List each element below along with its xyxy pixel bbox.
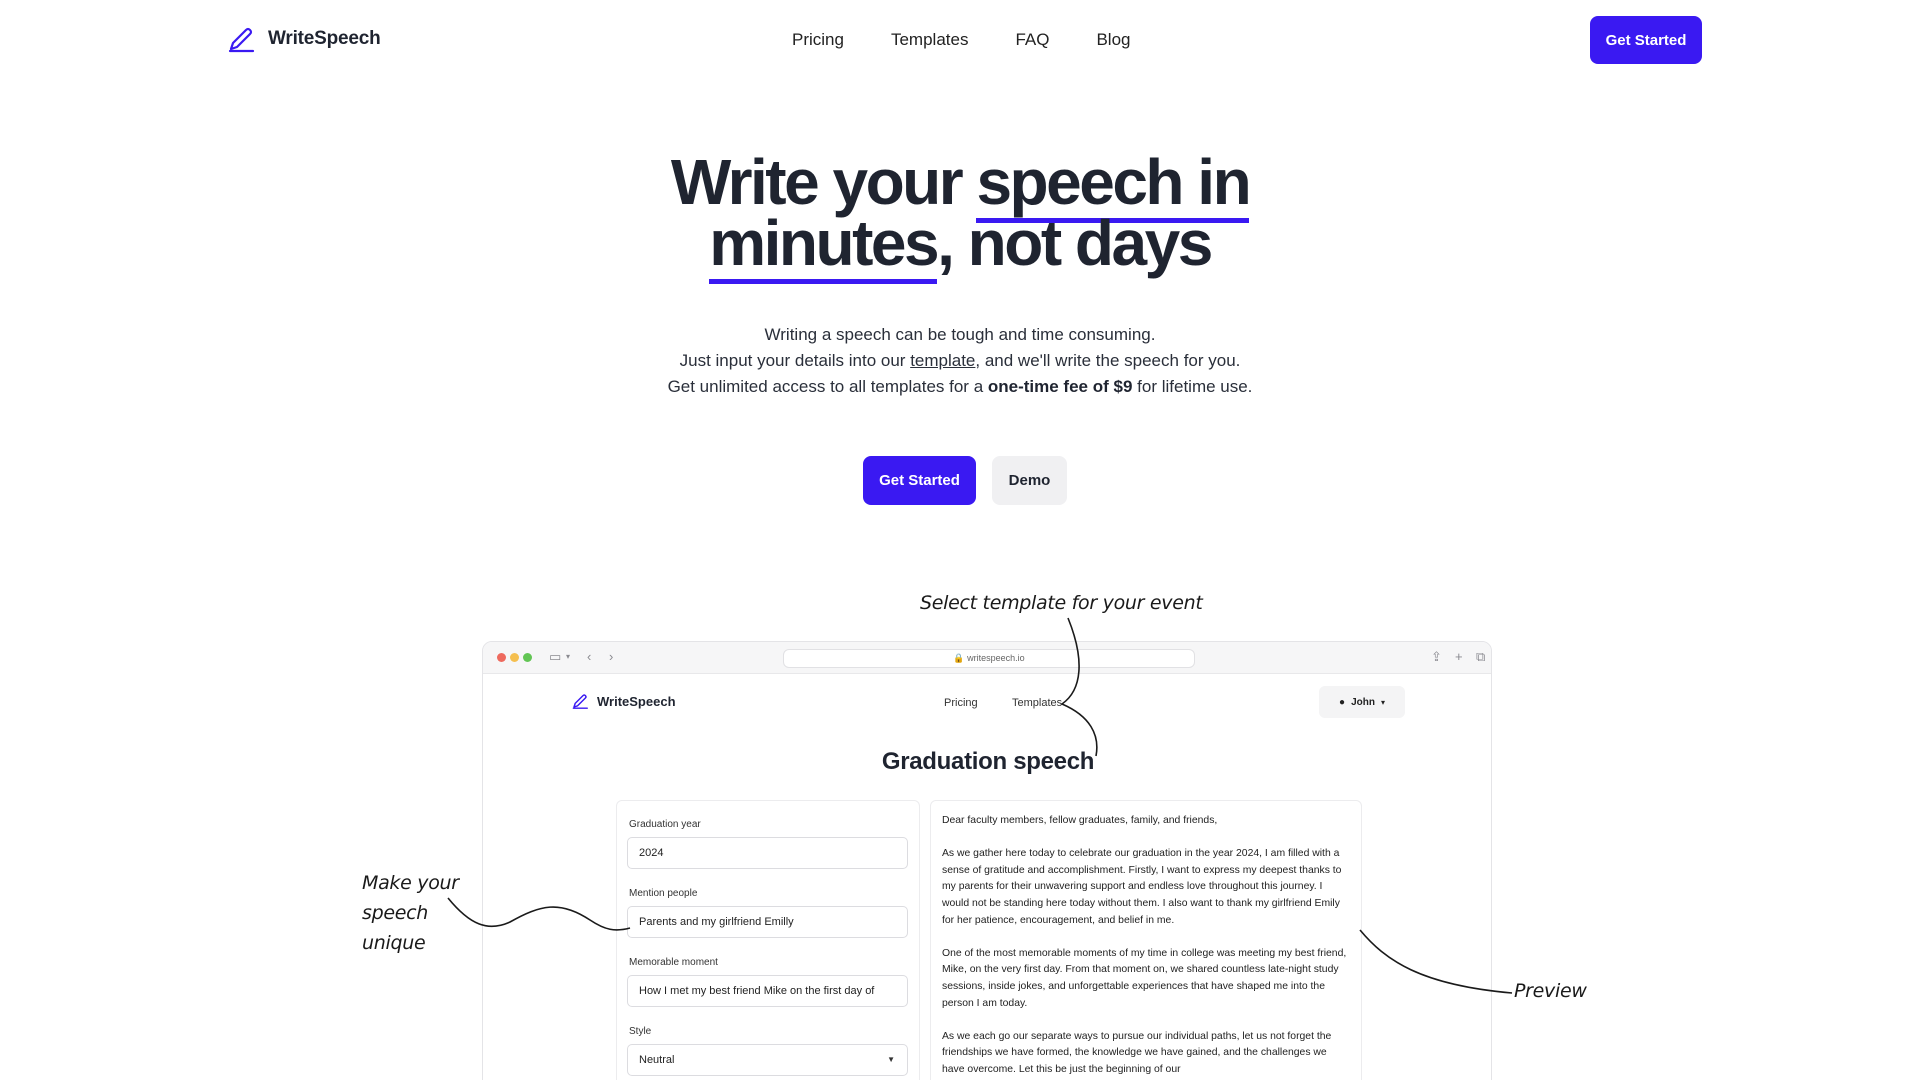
annotation-unique-line-2: speech — [362, 902, 429, 924]
style-label: Style — [629, 1026, 652, 1037]
preview-paragraph: Dear faculty members, fellow graduates, … — [942, 815, 1218, 826]
top-nav: WriteSpeech Pricing Templates FAQ Blog G… — [0, 0, 1920, 80]
memorable-moment-label: Memorable moment — [629, 957, 718, 968]
nav-get-started-button[interactable]: Get Started — [1590, 16, 1702, 64]
hero-line-2-post: , and we'll write the speech for you. — [975, 351, 1241, 370]
hero-get-started-button[interactable]: Get Started — [863, 456, 976, 505]
hero-line-3: Get unlimited access to all templates fo… — [0, 374, 1920, 400]
mock-nav-templates: Templates — [1012, 697, 1063, 709]
nav-links: Pricing Templates FAQ Blog — [792, 30, 1131, 50]
annotation-preview: Preview — [1514, 980, 1587, 1002]
nav-link-blog[interactable]: Blog — [1096, 30, 1130, 50]
close-dot-icon — [497, 653, 506, 662]
hero-title-highlight-2: minutes — [709, 207, 940, 284]
chevron-down-icon: ▾ — [1380, 697, 1385, 707]
annotation-unique-line-1: Make your — [362, 872, 459, 894]
share-icon: ⇪ — [1431, 649, 1442, 664]
nav-link-faq[interactable]: FAQ — [1015, 30, 1049, 50]
hero-line-3-post: for lifetime use. — [1132, 377, 1253, 396]
mock-page-title: Graduation speech — [881, 748, 1095, 775]
hero-line-2-pre: Just input your details into our — [679, 351, 911, 370]
hero-line-2: Just input your details into our templat… — [0, 348, 1920, 374]
annotation-make-unique: Make your speech unique — [362, 868, 459, 958]
browser-chrome: ▭ ▾ ‹ › 🔒 writespeech.io ⇪ + ⧉ — [483, 642, 1491, 674]
hero-line-1: Writing a speech can be tough and time c… — [764, 325, 1156, 344]
avatar: ● — [1339, 696, 1346, 708]
nav-link-pricing[interactable]: Pricing — [792, 30, 844, 50]
url-text: writespeech.io — [967, 653, 1025, 663]
style-select: Neutral ▼ — [627, 1044, 908, 1076]
mock-nav-pricing: Pricing — [944, 697, 978, 709]
mock-brand-name: WriteSpeech — [597, 693, 676, 709]
template-link[interactable]: template — [910, 351, 975, 370]
sidebar-toggle-icon: ▭ — [549, 649, 562, 664]
pen-icon — [228, 27, 255, 53]
annotation-unique-line-3: unique — [362, 932, 426, 954]
forward-arrow-icon: › — [609, 649, 614, 664]
annotation-select-template: Select template for your event — [920, 592, 1203, 614]
demo-button[interactable]: Demo — [992, 456, 1067, 505]
chevron-down-icon: ▾ — [566, 652, 571, 661]
maximize-dot-icon — [523, 653, 532, 662]
app-preview-window: ▭ ▾ ‹ › 🔒 writespeech.io ⇪ + ⧉ WriteSpee… — [482, 641, 1492, 1080]
url-bar: 🔒 writespeech.io — [783, 649, 1195, 668]
mention-people-label: Mention people — [629, 888, 698, 899]
nav-link-templates[interactable]: Templates — [891, 30, 968, 50]
preview-paragraph: One of the most memorable moments of my … — [942, 947, 1347, 1009]
graduation-year-field: 2024 — [627, 837, 908, 869]
minimize-dot-icon — [510, 653, 519, 662]
hero-title: Write your speech in minutes, not days — [0, 146, 1920, 284]
price-highlight: one-time fee of $9 — [987, 377, 1133, 396]
tabs-overview-icon: ⧉ — [1476, 649, 1486, 664]
caret-down-icon: ▼ — [887, 1055, 895, 1064]
pen-icon — [572, 694, 588, 709]
preview-paragraph: As we gather here today to celebrate our… — [942, 848, 1342, 926]
preview-paragraph: As we each go our separate ways to pursu… — [942, 1030, 1332, 1075]
back-arrow-icon: ‹ — [587, 649, 592, 664]
brand-logo[interactable]: WriteSpeech — [226, 24, 381, 54]
hero-title-part2: , not days — [937, 207, 1213, 279]
graduation-year-label: Graduation year — [629, 819, 701, 830]
mock-user-menu: ● John ▾ — [1319, 686, 1405, 718]
style-select-value: Neutral — [639, 1054, 675, 1066]
hero-line-3-pre: Get unlimited access to all templates fo… — [667, 377, 988, 396]
mention-people-field: Parents and my girlfriend Emilly — [627, 906, 908, 938]
new-tab-icon: + — [1455, 649, 1463, 664]
memorable-moment-field: How I met my best friend Mike on the fir… — [627, 975, 908, 1007]
mock-form-card: Graduation year 2024 Mention people Pare… — [616, 800, 920, 1080]
speech-preview: Dear faculty members, fellow graduates, … — [930, 800, 1362, 1080]
hero-subtitle: Writing a speech can be tough and time c… — [0, 322, 1920, 400]
mock-user-name: John — [1351, 696, 1375, 708]
mock-brand: WriteSpeech — [571, 692, 676, 710]
brand-name: WriteSpeech — [268, 28, 381, 49]
